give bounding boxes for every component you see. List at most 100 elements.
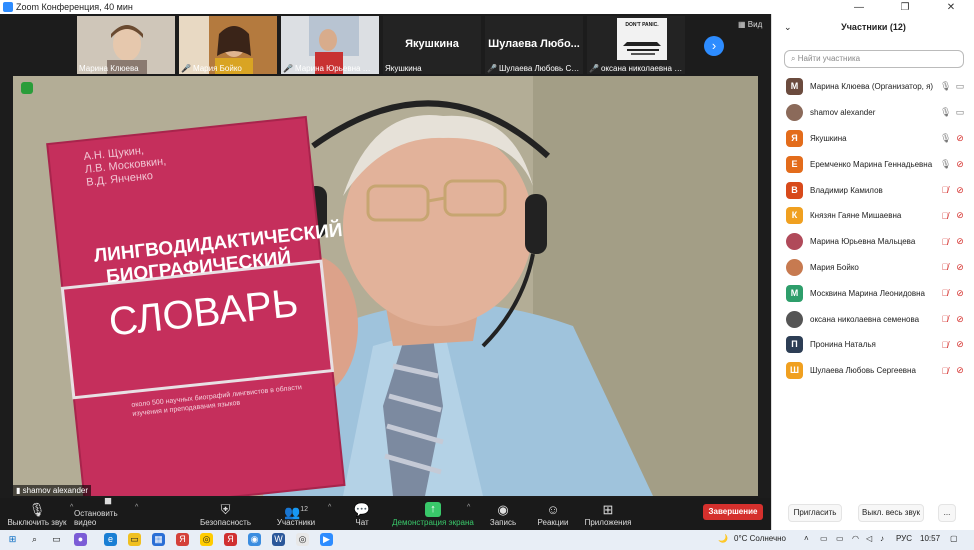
record-button[interactable]: ◉ Запись bbox=[488, 498, 518, 530]
video-off-icon[interactable]: ⊘ bbox=[954, 365, 966, 376]
video-camera-icon[interactable]: ▭ bbox=[954, 81, 966, 92]
video-off-icon[interactable]: ⊘ bbox=[954, 288, 966, 299]
teams-icon[interactable]: ● bbox=[74, 533, 87, 546]
file-explorer-icon[interactable]: ▭ bbox=[128, 533, 141, 546]
participant-row[interactable]: Марина Юрьевна Мальцева 🎙̸ ⊘ bbox=[772, 229, 974, 255]
close-button[interactable]: ✕ bbox=[928, 0, 974, 14]
microphone-icon[interactable]: 🎙 bbox=[940, 133, 951, 144]
video-camera-icon[interactable]: ▭ bbox=[954, 107, 966, 118]
video-off-icon[interactable]: ⊘ bbox=[954, 159, 966, 170]
battery-icon[interactable]: ▭ bbox=[836, 534, 844, 543]
participant-row[interactable]: оксана николаевна семенова 🎙̸ ⊘ bbox=[772, 306, 974, 332]
participant-row[interactable]: К Князян Гаяне Мишаевна 🎙̸ ⊘ bbox=[772, 203, 974, 229]
next-page-arrow-icon[interactable]: › bbox=[704, 36, 724, 56]
panel-title: Участники (12) bbox=[841, 22, 906, 32]
thumbnail-1[interactable]: Марина Клюева bbox=[77, 16, 175, 74]
maximize-button[interactable]: ❐ bbox=[882, 0, 928, 14]
browser-icon[interactable]: ◉ bbox=[248, 533, 261, 546]
wifi-icon[interactable]: ◠ bbox=[852, 534, 859, 543]
yandex-browser-icon[interactable]: Я bbox=[224, 533, 237, 546]
microphone-icon[interactable]: 🎙 bbox=[940, 107, 951, 118]
muted-mic-icon[interactable]: 🎙̸ bbox=[940, 262, 950, 272]
video-off-icon[interactable]: ⊘ bbox=[954, 133, 966, 144]
muted-mic-icon[interactable]: 🎙̸ bbox=[940, 340, 950, 350]
more-options-button[interactable]: ... bbox=[938, 504, 956, 522]
smiley-plus-icon: ☺ bbox=[546, 502, 560, 517]
participant-name: Владимир Камилов bbox=[810, 185, 883, 195]
participant-row[interactable]: Е Еремченко Марина Геннадьевна 🎙 ⊘ bbox=[772, 151, 974, 177]
language-indicator[interactable]: РУС bbox=[896, 534, 912, 543]
collapse-chevron-icon[interactable]: ⌄ bbox=[784, 22, 792, 33]
yandex-icon[interactable]: Я bbox=[176, 533, 189, 546]
video-options-caret-icon[interactable]: ^ bbox=[135, 504, 138, 511]
participants-button[interactable]: 👥12 Участники bbox=[274, 498, 318, 530]
windows-start-icon[interactable]: ⊞ bbox=[6, 533, 19, 546]
video-off-icon[interactable]: ⊘ bbox=[954, 236, 966, 247]
share-arrow-icon: ↑ bbox=[425, 502, 441, 517]
video-off-icon[interactable]: ⊘ bbox=[954, 314, 966, 325]
edge-icon[interactable]: e bbox=[104, 533, 117, 546]
video-off-icon[interactable]: ⊘ bbox=[954, 339, 966, 350]
video-off-icon[interactable]: ⊘ bbox=[954, 210, 966, 221]
microphone-icon[interactable]: 🎙 bbox=[940, 159, 951, 170]
weather-text[interactable]: 0°C Солнечно bbox=[734, 534, 786, 543]
zoom-app-icon bbox=[3, 2, 13, 12]
video-off-icon[interactable]: ⊘ bbox=[954, 262, 966, 273]
notifications-icon[interactable]: ▢ bbox=[950, 534, 958, 543]
store-icon[interactable]: ▦ bbox=[152, 533, 165, 546]
muted-mic-icon[interactable]: 🎙̸ bbox=[940, 366, 950, 376]
thumbnail-2[interactable]: 🎤 Мария Бойко bbox=[179, 16, 277, 74]
windows-taskbar: ⊞ ⌕ ▭ ● e ▭ ▦ Я ◎ Я ◉ W ◎ ▶ 🌙 0°C Солнеч… bbox=[0, 530, 974, 550]
clock[interactable]: 10:57 bbox=[920, 534, 940, 543]
security-button[interactable]: ⛨ Безопасность bbox=[198, 498, 253, 530]
chat-button[interactable]: 💬 Чат bbox=[350, 498, 374, 530]
end-meeting-button[interactable]: Завершение bbox=[703, 504, 763, 520]
muted-mic-icon[interactable]: 🎙̸ bbox=[940, 237, 950, 247]
task-view-icon[interactable]: ▭ bbox=[50, 533, 63, 546]
mute-all-button[interactable]: Выкл. весь звук bbox=[858, 504, 924, 522]
muted-mic-icon[interactable]: 🎙̸ bbox=[940, 211, 950, 221]
thumbnail-5[interactable]: Шулаева Любо... 🎤 Шулаева Любовь Сер... bbox=[485, 16, 583, 74]
participant-row[interactable]: Я Якушкина 🎙 ⊘ bbox=[772, 126, 974, 152]
share-options-caret-icon[interactable]: ^ bbox=[467, 504, 470, 511]
muted-mic-icon[interactable]: 🎙̸ bbox=[940, 185, 950, 195]
participant-row[interactable]: М Москвина Марина Леонидовна 🎙̸ ⊘ bbox=[772, 280, 974, 306]
panel-header: ⌄ Участники (12) bbox=[772, 22, 974, 36]
video-off-icon[interactable]: ⊘ bbox=[954, 185, 966, 196]
minimize-button[interactable]: — bbox=[836, 0, 882, 14]
app-icon[interactable]: ◎ bbox=[296, 533, 309, 546]
participant-row[interactable]: shamov alexander 🎙 ▭ bbox=[772, 100, 974, 126]
network-icon[interactable]: ▭ bbox=[820, 534, 828, 543]
tray-chevron-icon[interactable]: ˄ bbox=[804, 534, 809, 543]
apps-button[interactable]: ⊞ Приложения bbox=[584, 498, 632, 530]
share-screen-button[interactable]: ↑ Демонстрация экрана bbox=[390, 498, 476, 530]
audio-options-caret-icon[interactable]: ^ bbox=[70, 504, 73, 511]
mute-button[interactable]: 🎙 Выключить звук bbox=[6, 498, 68, 530]
stop-video-button[interactable]: ■ Остановить видео bbox=[74, 493, 142, 530]
thumbnail-4[interactable]: Якушкина Якушкина bbox=[383, 16, 481, 74]
participant-avatar: Е bbox=[786, 155, 803, 173]
participants-options-caret-icon[interactable]: ^ bbox=[328, 504, 331, 511]
zoom-taskbar-icon[interactable]: ▶ bbox=[320, 533, 333, 546]
microphone-icon[interactable]: 🎙 bbox=[940, 81, 951, 92]
thumbnail-6[interactable]: DON'T PANIC. 🎤 оксана николаевна се... bbox=[587, 16, 685, 74]
participant-row[interactable]: Мария Бойко 🎙̸ ⊘ bbox=[772, 255, 974, 281]
muted-mic-icon[interactable]: 🎙̸ bbox=[940, 288, 950, 298]
invite-button[interactable]: Пригласить bbox=[788, 504, 842, 522]
participant-row[interactable]: П Пронина Наталья 🎙̸ ⊘ bbox=[772, 332, 974, 358]
volume-icon[interactable]: ◁ bbox=[866, 534, 872, 543]
word-icon[interactable]: W bbox=[272, 533, 285, 546]
view-button[interactable]: ▦ Вид bbox=[738, 20, 762, 29]
chrome-icon[interactable]: ◎ bbox=[200, 533, 213, 546]
participant-search-input[interactable]: ⌕ Найти участника bbox=[784, 50, 964, 68]
speaker-icon[interactable]: ♪ bbox=[880, 534, 884, 543]
search-icon[interactable]: ⌕ bbox=[28, 533, 41, 546]
muted-mic-icon[interactable]: 🎙̸ bbox=[940, 314, 950, 324]
thumbnail-3[interactable]: 🎤 Марина Юрьевна Ма... bbox=[281, 16, 379, 74]
participant-row[interactable]: М Марина Клюева (Организатор, я) 🎙 ▭ bbox=[772, 74, 974, 100]
participant-avatar bbox=[786, 104, 803, 122]
reactions-button[interactable]: ☺ Реакции bbox=[536, 498, 570, 530]
participant-list: М Марина Клюева (Организатор, я) 🎙 ▭ shamov … bbox=[772, 74, 974, 384]
participant-row[interactable]: Ш Шулаева Любовь Сергеевна 🎙̸ ⊘ bbox=[772, 358, 974, 384]
participant-row[interactable]: В Владимир Камилов 🎙̸ ⊘ bbox=[772, 177, 974, 203]
